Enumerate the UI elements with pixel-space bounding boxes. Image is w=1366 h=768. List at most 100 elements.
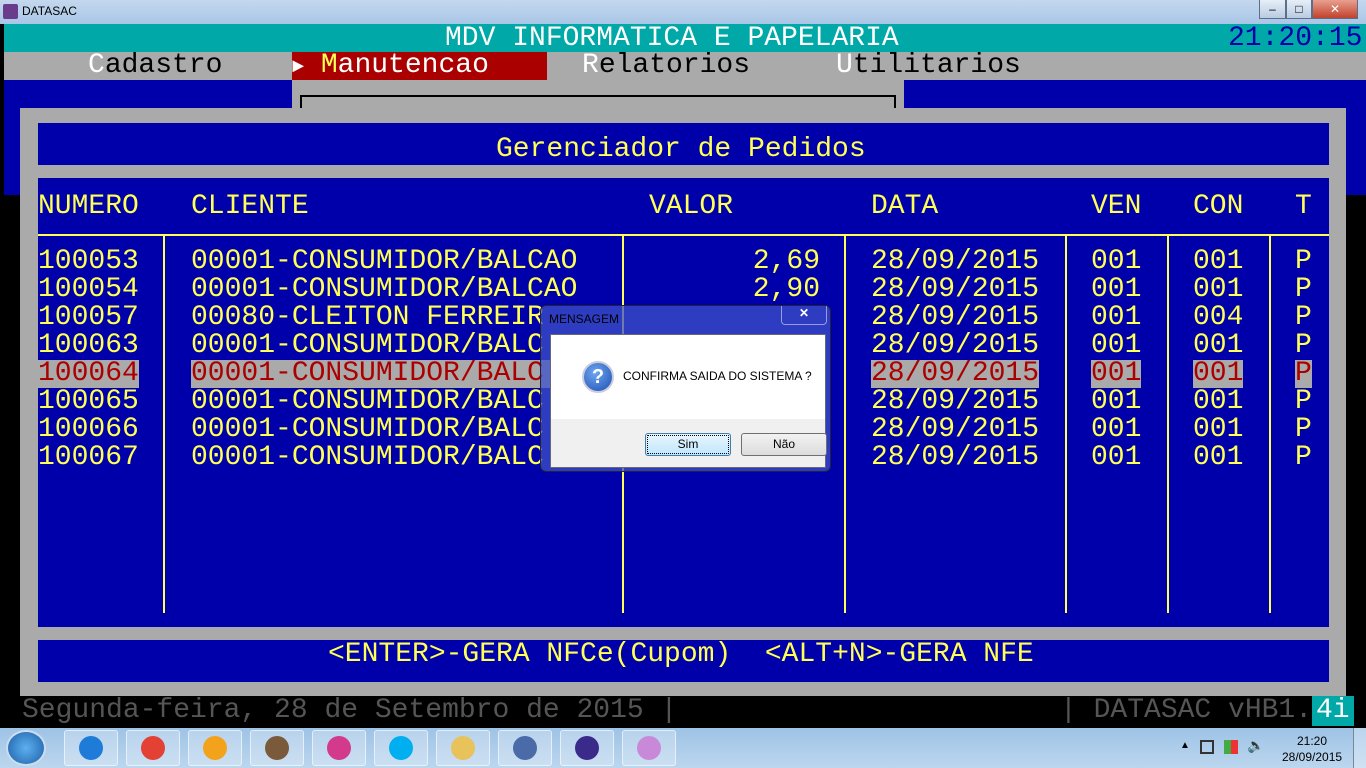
cell-con[interactable]: 001	[1193, 444, 1243, 472]
cell-data[interactable]: 28/09/2015	[871, 332, 1039, 360]
status-date: Segunda-feira, 28 de Setembro de 2015 |	[22, 695, 678, 726]
arrow-icon: ►	[292, 56, 305, 79]
dialog-message: CONFIRMA SAIDA DO SISTEMA ?	[623, 369, 812, 383]
no-button[interactable]: Não	[741, 433, 827, 456]
cell-ven[interactable]: 001	[1091, 332, 1141, 360]
minimize-button[interactable]: –	[1259, 0, 1286, 19]
taskbar-tool-icon[interactable]	[250, 730, 304, 766]
status-bar: Segunda-feira, 28 de Setembro de 2015 | …	[4, 696, 1366, 728]
cell-numero[interactable]: 100057	[38, 304, 139, 332]
app-header: MDV INFORMATICA E PAPELARIA 21:20:15	[4, 24, 1366, 53]
tray-arrow-icon[interactable]: ▲	[1180, 740, 1190, 751]
column-divider	[844, 235, 846, 613]
cell-con[interactable]: 001	[1193, 276, 1243, 304]
network-icon[interactable]	[1200, 740, 1214, 754]
cell-cliente[interactable]: 00001-CONSUMIDOR/BALC	[191, 444, 544, 472]
cell-data[interactable]: 28/09/2015	[871, 360, 1040, 388]
cell-numero[interactable]: 100054	[38, 276, 139, 304]
cell-cliente[interactable]: 00001-CONSUMIDOR/BALCAO	[191, 248, 577, 276]
taskbar-internet-explorer-icon[interactable]	[64, 730, 118, 766]
menu-manutencao[interactable]: ► Manutencao	[292, 52, 547, 80]
cell-con[interactable]: 004	[1193, 304, 1243, 332]
cell-cliente[interactable]: 00001-CONSUMIDOR/BALCAO	[191, 276, 577, 304]
cell-ven[interactable]: 001	[1091, 276, 1141, 304]
shortcut-hints: <ENTER>-GERA NFCe(Cupom) <ALT+N>-GERA NF…	[328, 639, 1034, 670]
cell-numero[interactable]: 100053	[38, 248, 139, 276]
menu-bar: Cadastro ► Manutencao Relatorios Utilita…	[4, 52, 1366, 80]
yes-button[interactable]: Sim	[645, 433, 731, 456]
cell-ven[interactable]: 001	[1091, 248, 1141, 276]
cell-numero[interactable]: 100066	[38, 416, 139, 444]
cell-data[interactable]: 28/09/2015	[871, 276, 1039, 304]
col-valor: VALOR	[649, 191, 734, 222]
taskbar-skype-icon[interactable]	[374, 730, 428, 766]
cell-ven[interactable]: 001	[1091, 388, 1141, 416]
tray-time[interactable]: 21:20	[1297, 734, 1327, 748]
panel-header: Gerenciador de Pedidos	[38, 123, 1329, 165]
column-divider	[1167, 235, 1169, 613]
cell-numero[interactable]: 100065	[38, 388, 139, 416]
taskbar: ▲ 🔈 21:20 28/09/2015	[0, 728, 1366, 768]
show-desktop-button[interactable]	[1353, 728, 1366, 768]
cell-con[interactable]: 001	[1193, 248, 1243, 276]
cell-numero[interactable]: 100063	[38, 332, 139, 360]
volume-icon[interactable]: 🔈	[1247, 738, 1264, 754]
column-divider	[1269, 235, 1271, 613]
panel-footer: <ENTER>-GERA NFCe(Cupom) <ALT+N>-GERA NF…	[38, 640, 1329, 682]
app-icon	[3, 4, 18, 19]
cell-con[interactable]: 001	[1193, 388, 1243, 416]
col-con: CON	[1193, 191, 1244, 222]
cell-cliente[interactable]: 00080-CLEITON FERREIR	[191, 304, 544, 332]
cell-t[interactable]: P	[1295, 248, 1312, 276]
close-button[interactable]: ✕	[1312, 0, 1358, 19]
cell-con[interactable]: 001	[1193, 416, 1243, 444]
dialog-close-button[interactable]: ✕	[781, 306, 827, 325]
menu-relatorios[interactable]: Relatorios	[582, 52, 750, 80]
cell-t[interactable]: P	[1295, 444, 1312, 472]
cell-ven[interactable]: 001	[1091, 304, 1141, 332]
menu-cadastro[interactable]: Cadastro	[88, 52, 222, 80]
taskbar-paint-icon[interactable]	[622, 730, 676, 766]
taskbar-outlook-icon[interactable]	[188, 730, 242, 766]
maximize-button[interactable]: □	[1286, 0, 1312, 19]
antivirus-icon[interactable]	[1224, 740, 1238, 754]
header-divider	[38, 234, 1329, 236]
cell-ven[interactable]: 001	[1091, 360, 1142, 388]
cell-t[interactable]: P	[1295, 416, 1312, 444]
taskbar-chrome-icon[interactable]	[126, 730, 180, 766]
question-icon: ?	[582, 361, 614, 393]
cell-valor[interactable]: 2,69	[753, 248, 820, 276]
cell-data[interactable]: 28/09/2015	[871, 444, 1039, 472]
cell-ven[interactable]: 001	[1091, 444, 1141, 472]
cell-valor[interactable]: 2,90	[753, 276, 820, 304]
cell-t[interactable]: P	[1295, 388, 1312, 416]
column-divider	[1065, 235, 1067, 613]
menu-utilitarios[interactable]: Utilitarios	[836, 52, 1021, 80]
cell-t[interactable]: P	[1295, 332, 1312, 360]
cell-cliente[interactable]: 00001-CONSUMIDOR/BALC	[191, 332, 544, 360]
cell-data[interactable]: 28/09/2015	[871, 416, 1039, 444]
taskbar-file-explorer-icon[interactable]	[436, 730, 490, 766]
cell-t[interactable]: P	[1295, 360, 1312, 388]
cell-numero[interactable]: 100067	[38, 444, 139, 472]
cell-t[interactable]: P	[1295, 276, 1312, 304]
start-button[interactable]	[6, 730, 46, 766]
cell-data[interactable]: 28/09/2015	[871, 388, 1039, 416]
col-numero: NUMERO	[38, 191, 139, 222]
dialog-title: MENSAGEM	[549, 312, 620, 326]
column-divider	[163, 235, 165, 613]
cell-con[interactable]: 001	[1193, 360, 1244, 388]
tray-date[interactable]: 28/09/2015	[1282, 750, 1342, 764]
cell-cliente[interactable]: 00001-CONSUMIDOR/BALC	[191, 388, 544, 416]
col-ven: VEN	[1091, 191, 1142, 222]
taskbar-network-icon[interactable]	[498, 730, 552, 766]
cell-con[interactable]: 001	[1193, 332, 1243, 360]
cell-ven[interactable]: 001	[1091, 416, 1141, 444]
cell-cliente[interactable]: 00001-CONSUMIDOR/BALC	[191, 416, 544, 444]
cell-data[interactable]: 28/09/2015	[871, 304, 1039, 332]
cell-numero[interactable]: 100064	[38, 360, 139, 388]
taskbar-app-s-icon[interactable]	[312, 730, 366, 766]
cell-t[interactable]: P	[1295, 304, 1312, 332]
cell-data[interactable]: 28/09/2015	[871, 248, 1039, 276]
taskbar-mdv-icon[interactable]	[560, 730, 614, 766]
